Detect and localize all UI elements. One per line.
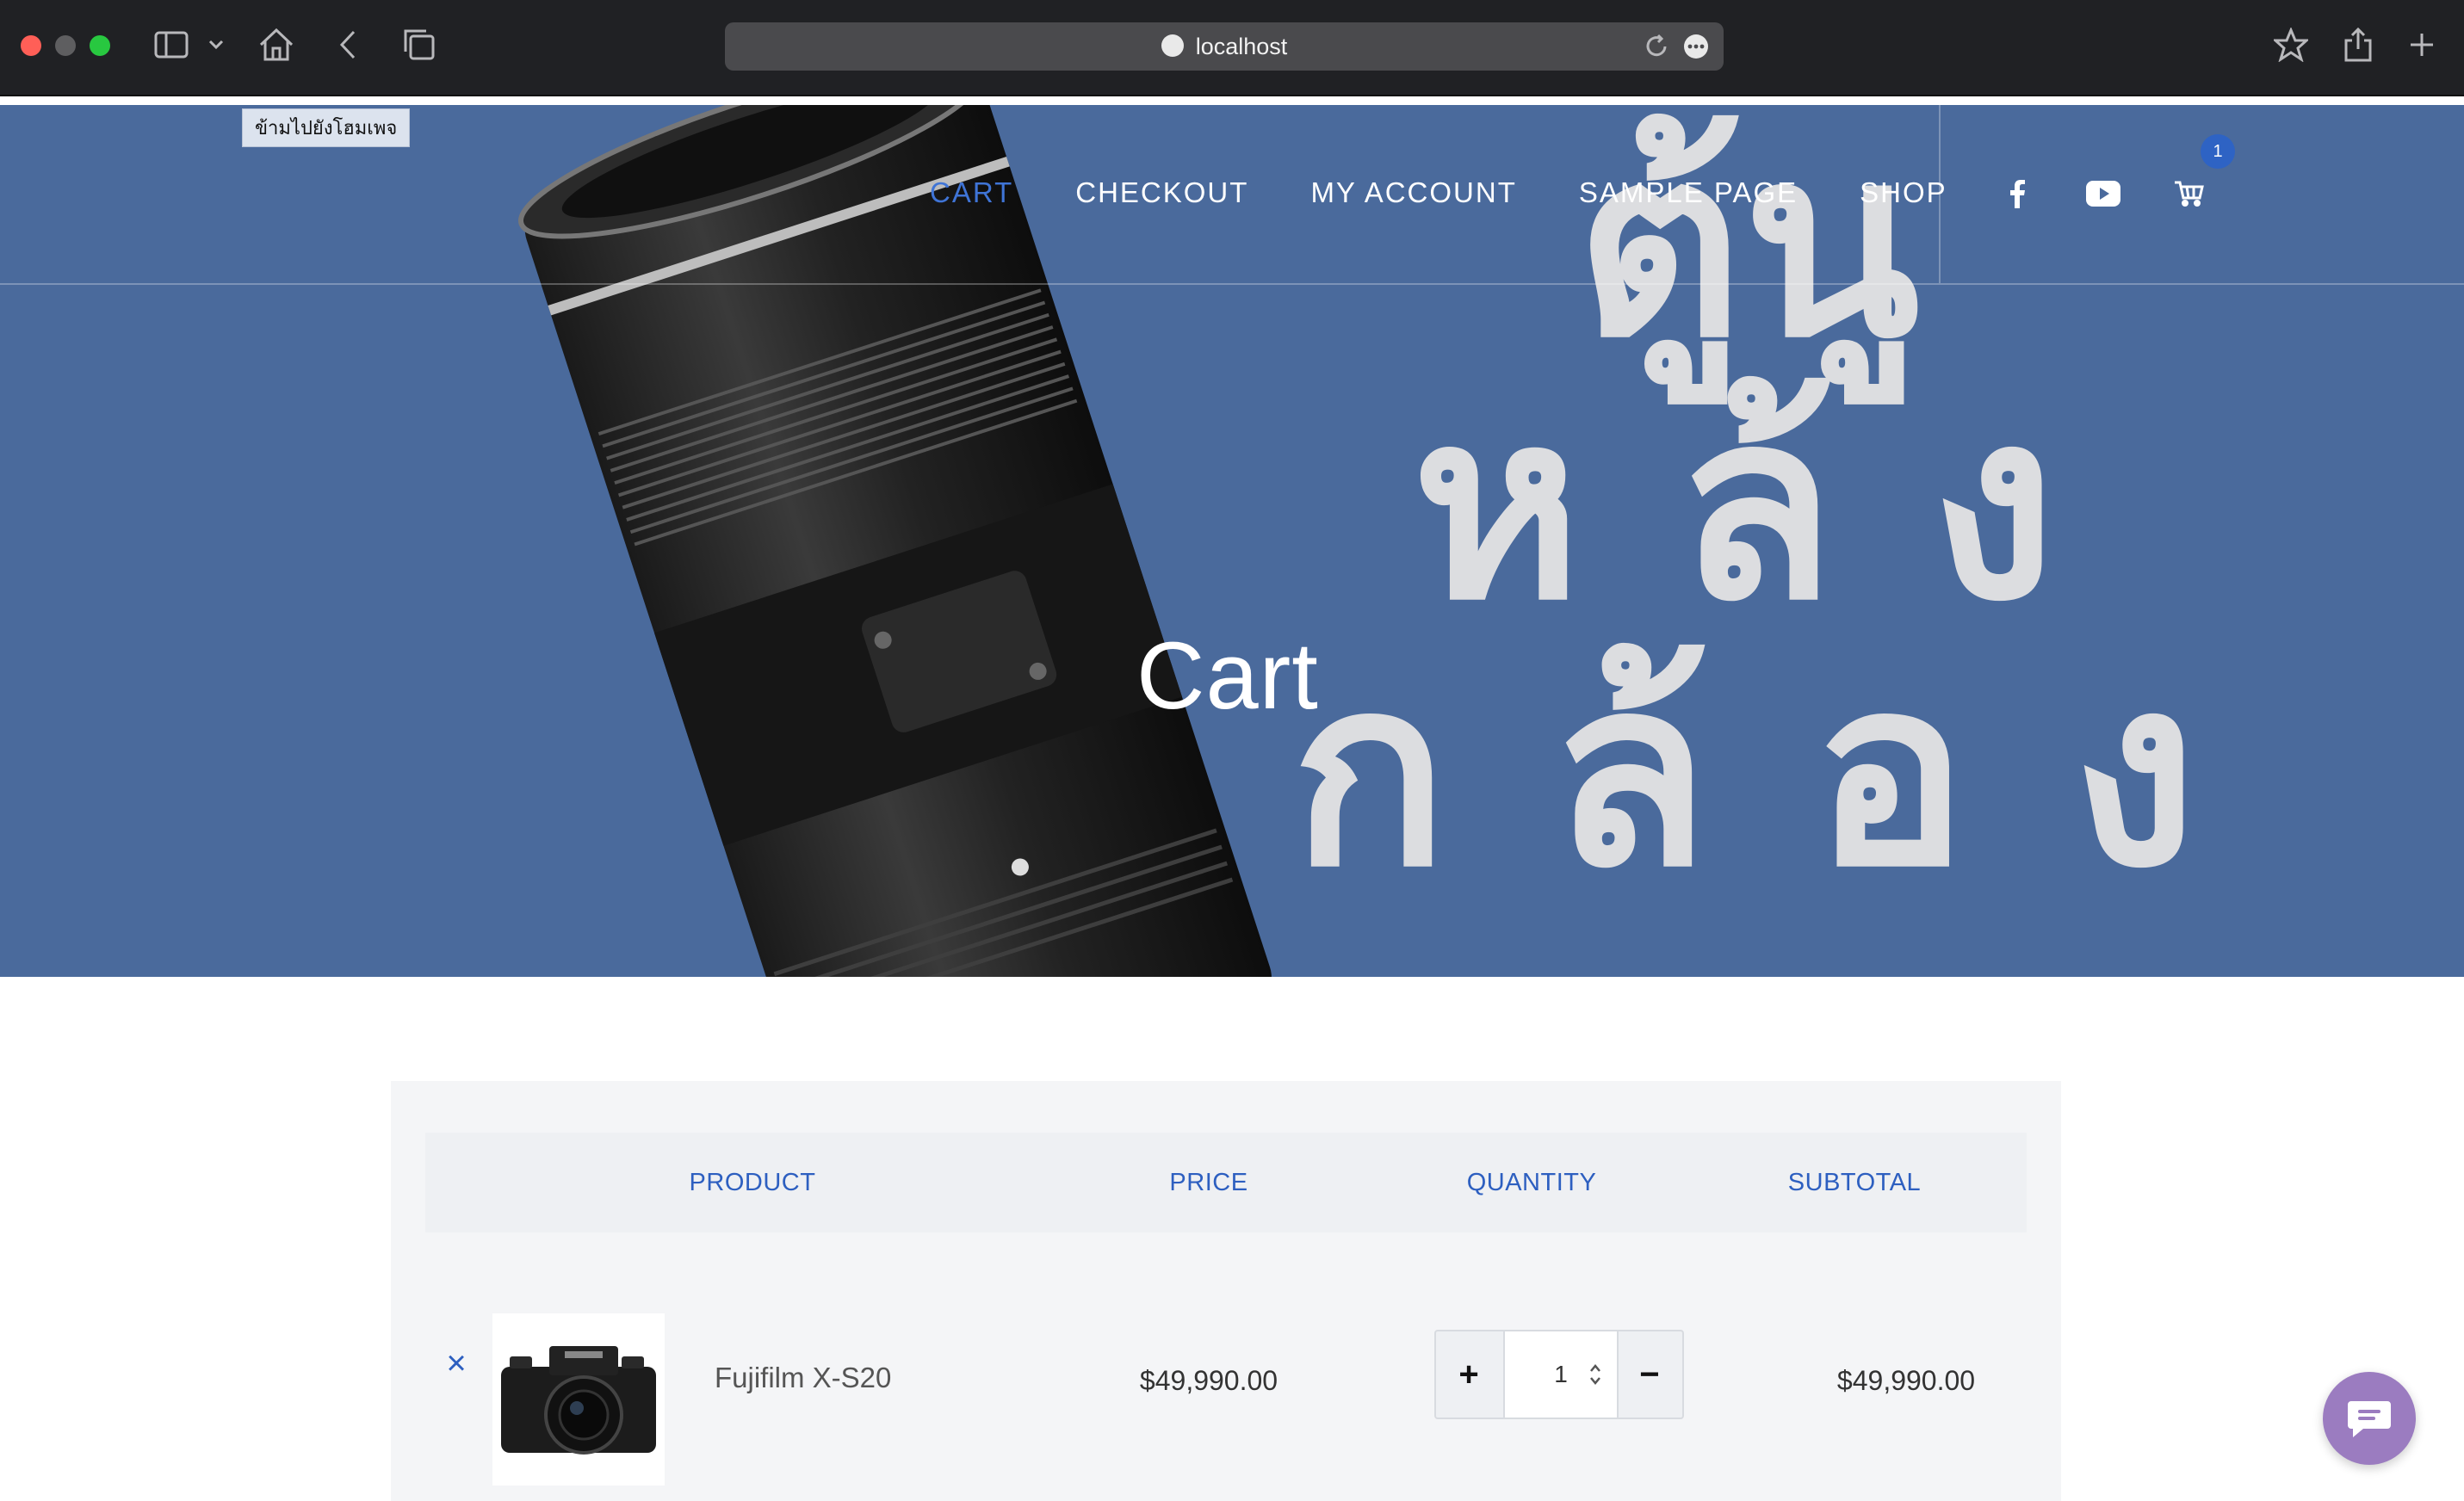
site-favicon-icon <box>1161 34 1184 57</box>
home-icon[interactable] <box>255 26 298 64</box>
product-name-link[interactable]: Fujifilm X-S20 <box>715 1362 891 1394</box>
address-bar[interactable]: localhost <box>725 22 1724 71</box>
quantity-stepper: + 1 − <box>1434 1330 1684 1419</box>
sidebar-icon[interactable] <box>152 26 191 64</box>
cart-table-header: PRODUCT PRICE QUANTITY SUBTOTAL <box>425 1133 2027 1232</box>
nav-cart[interactable]: CART <box>930 176 1013 209</box>
facebook-icon[interactable] <box>1996 172 2039 215</box>
more-icon[interactable] <box>1679 28 1713 65</box>
tabs-icon[interactable] <box>398 26 441 64</box>
quantity-decrease-button[interactable]: − <box>1617 1331 1682 1418</box>
cart-icon[interactable] <box>2168 172 2211 215</box>
product-price: $49,990.00 <box>1139 1365 1278 1396</box>
quantity-increase-button[interactable]: + <box>1436 1331 1501 1418</box>
page-title: Cart <box>1136 623 1319 729</box>
minimize-window-button[interactable] <box>55 35 76 56</box>
bookmark-star-icon[interactable] <box>2271 26 2311 64</box>
header-quantity: QUANTITY <box>1466 1169 1597 1196</box>
back-icon[interactable] <box>331 26 365 64</box>
nav-checkout[interactable]: CHECKOUT <box>1075 176 1248 209</box>
url-text: localhost <box>1195 34 1288 59</box>
cart-count-badge: 1 <box>2201 134 2235 169</box>
remove-item-button[interactable]: × <box>441 1346 472 1381</box>
cart-table: PRODUCT PRICE QUANTITY SUBTOTAL × Fujifi… <box>391 1081 2061 1501</box>
chat-icon <box>2348 1401 2391 1437</box>
bg-text-row-3: กล้อง <box>1291 623 2300 923</box>
product-thumbnail[interactable] <box>492 1313 665 1486</box>
reload-icon[interactable] <box>1639 28 1674 65</box>
maximize-window-button[interactable] <box>90 35 110 56</box>
main-navigation: CART CHECKOUT MY ACCOUNT SAMPLE PAGE SHO… <box>930 174 2009 212</box>
nav-shop[interactable]: SHOP <box>1860 176 1947 209</box>
header-product: PRODUCT <box>689 1169 816 1196</box>
product-subtotal: $49,990.00 <box>1836 1365 1976 1396</box>
browser-toolbar: localhost <box>0 0 2464 96</box>
chat-button[interactable] <box>2323 1372 2416 1465</box>
nav-my-account[interactable]: MY ACCOUNT <box>1310 176 1516 209</box>
camera-lens-image <box>517 105 1272 977</box>
hero-banner: ตู้นู หล้ง กล้อง ข้ามไปยังโฮมเพจ CART CH… <box>0 105 2464 977</box>
table-row: × Fujifilm X-S20 $49,990.00 + 1 − $49,99… <box>425 1279 2027 1486</box>
chevron-down-icon[interactable] <box>203 26 229 64</box>
bg-text-row-2: หล้ง <box>1412 356 2151 657</box>
header-subtotal: SUBTOTAL <box>1787 1169 1922 1196</box>
quantity-input[interactable]: 1 <box>1503 1331 1619 1418</box>
youtube-icon[interactable] <box>2082 172 2125 215</box>
header-divider-vertical <box>1939 105 1941 283</box>
share-icon[interactable] <box>2338 26 2378 64</box>
spinner-icon[interactable] <box>1588 1362 1603 1387</box>
nav-sample-page[interactable]: SAMPLE PAGE <box>1579 176 1798 209</box>
quantity-value: 1 <box>1554 1361 1568 1387</box>
new-tab-icon[interactable] <box>2402 26 2442 64</box>
close-window-button[interactable] <box>21 35 41 56</box>
header-price: PRICE <box>1169 1169 1248 1196</box>
skip-to-homepage-link[interactable]: ข้ามไปยังโฮมเพจ <box>242 108 411 147</box>
address-bar-text: localhost <box>725 22 1724 71</box>
header-divider <box>0 283 2464 285</box>
